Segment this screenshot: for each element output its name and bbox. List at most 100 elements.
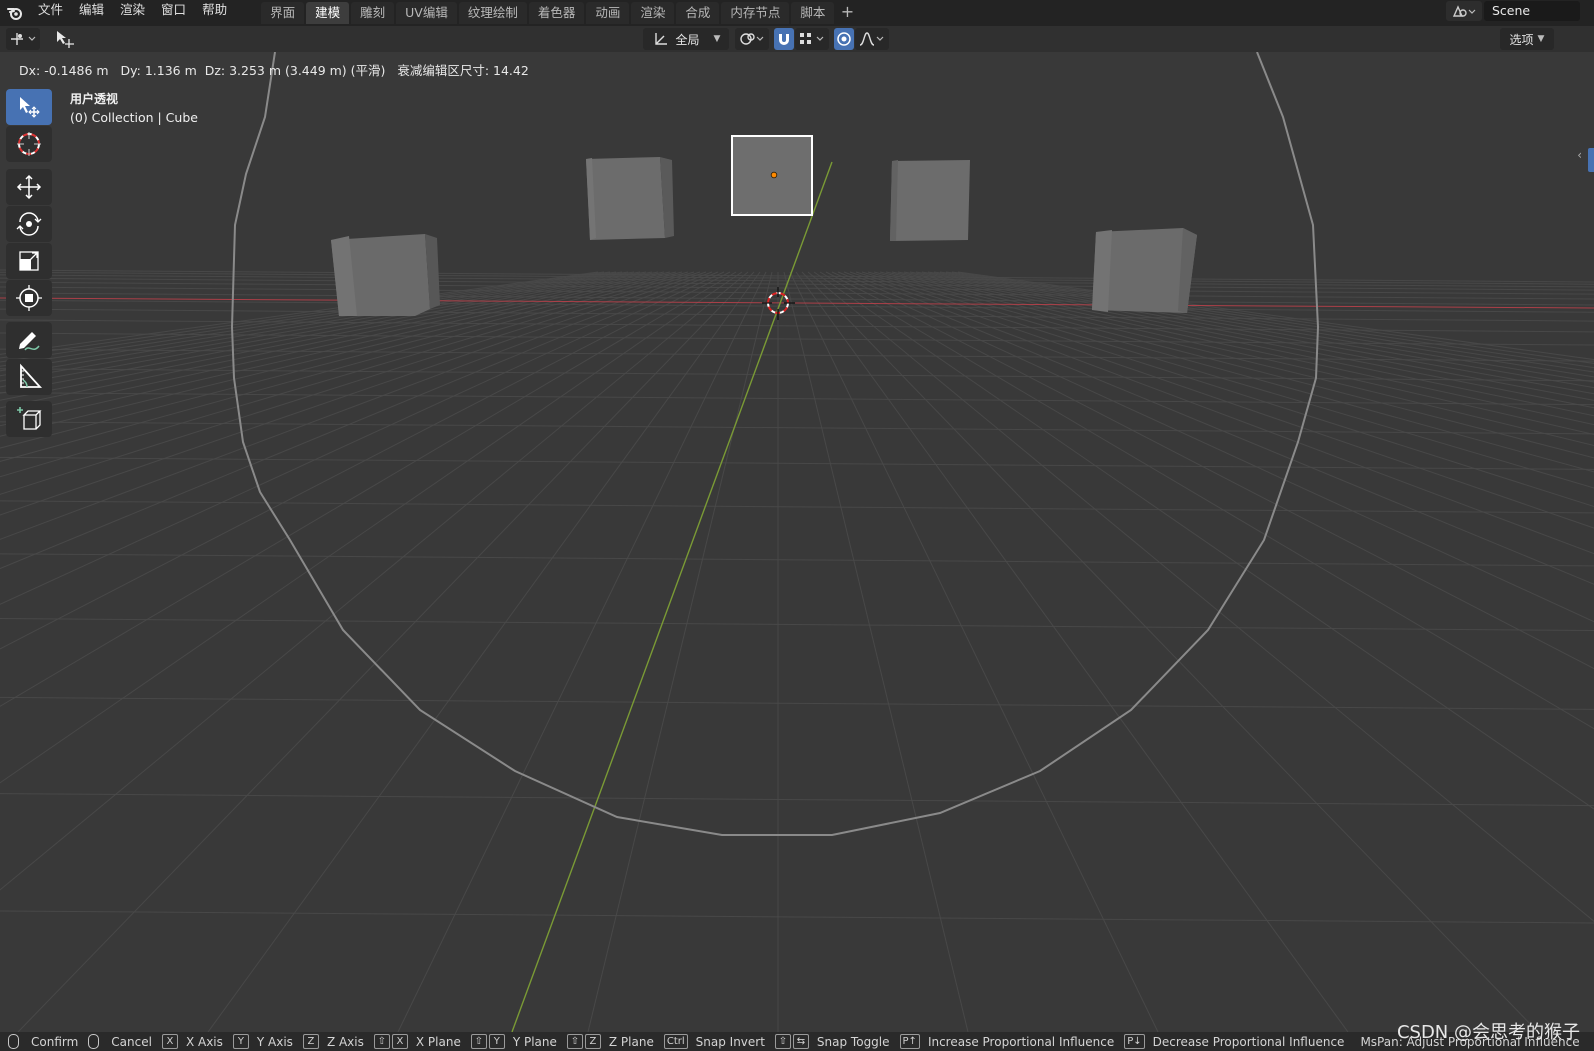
orientation-dropdown[interactable]: 全局 ▼ bbox=[643, 28, 729, 50]
status-hint-label: Y Axis bbox=[256, 1034, 293, 1049]
snap-increment-icon bbox=[800, 33, 824, 44]
snap-target-dropdown[interactable] bbox=[795, 28, 829, 50]
menu-file[interactable]: 文件 bbox=[30, 0, 71, 26]
transform-pivot-dropdown[interactable] bbox=[6, 28, 40, 50]
scale-tool[interactable] bbox=[6, 243, 52, 279]
cursor-icon bbox=[17, 132, 41, 156]
viewport-scene[interactable] bbox=[0, 52, 1594, 1032]
select-arrow-icon bbox=[20, 97, 40, 118]
cursor-tool[interactable] bbox=[6, 126, 52, 162]
grid-line bbox=[0, 271, 689, 462]
chevron-down-icon: ▼ bbox=[1537, 34, 1545, 44]
proportional-falloff-dropdown[interactable] bbox=[855, 28, 889, 50]
grid-line bbox=[921, 271, 1594, 389]
scene-browse-button[interactable] bbox=[1446, 1, 1482, 21]
proportional-edit-button[interactable] bbox=[834, 28, 854, 50]
grid-line bbox=[587, 271, 773, 1032]
rotate-tool[interactable] bbox=[6, 206, 52, 242]
mouse-icon bbox=[88, 1034, 100, 1049]
grid-line bbox=[933, 271, 1594, 378]
grid-line bbox=[0, 617, 1594, 631]
status-hint: X X Axis bbox=[161, 1034, 223, 1049]
tab-layout[interactable]: 界面 bbox=[261, 2, 305, 24]
keycap: Z bbox=[584, 1034, 601, 1049]
chevron-down-icon: ▼ bbox=[713, 34, 721, 44]
keycap: Y bbox=[488, 1034, 505, 1049]
scale-icon bbox=[19, 251, 39, 271]
pivot-point-dropdown[interactable] bbox=[735, 28, 769, 50]
scene-icon bbox=[1452, 5, 1476, 17]
keycap: ⇧ bbox=[470, 1034, 487, 1049]
floor-grid bbox=[0, 269, 1594, 1032]
selected-cube-object[interactable] bbox=[731, 135, 813, 216]
annotate-tool[interactable] bbox=[6, 322, 52, 358]
grid-line bbox=[0, 910, 1594, 924]
tab-uv-editing[interactable]: UV编辑 bbox=[396, 2, 457, 24]
keycap: ⇧ bbox=[373, 1034, 390, 1049]
workspace-tabs: 界面 建模 雕刻 UV编辑 纹理绘制 着色器 动画 渲染 合成 内存节点 脚本 … bbox=[261, 0, 858, 26]
object-origin-dot bbox=[770, 171, 778, 179]
tab-compositing[interactable]: 合成 bbox=[676, 2, 720, 24]
cube-object[interactable] bbox=[331, 234, 440, 316]
measure-tool[interactable] bbox=[6, 359, 52, 395]
grid-line bbox=[897, 271, 1594, 417]
tab-animation[interactable]: 动画 bbox=[586, 2, 630, 24]
sidebar-collapse-arrow-icon[interactable]: ‹ bbox=[1577, 148, 1582, 162]
grid-line bbox=[0, 500, 1594, 514]
tab-scripting[interactable]: 脚本 bbox=[791, 2, 835, 24]
keycap: Ctrl bbox=[663, 1034, 688, 1049]
tab-modeling[interactable]: 建模 bbox=[306, 2, 350, 24]
status-hint-label: Decrease Proportional Influence bbox=[1152, 1034, 1345, 1049]
pencil-icon bbox=[19, 332, 40, 351]
3d-viewport[interactable]: ‹ bbox=[0, 52, 1594, 1032]
cube-object[interactable] bbox=[1092, 228, 1197, 313]
grid-line bbox=[0, 271, 737, 707]
blender-logo-icon[interactable] bbox=[0, 0, 30, 26]
menu-render[interactable]: 渲染 bbox=[112, 0, 153, 26]
orientation-label: 全局 bbox=[675, 32, 700, 47]
select-box-tool[interactable] bbox=[6, 89, 52, 125]
transform-tool[interactable] bbox=[6, 280, 52, 316]
status-hint: Z Z Axis bbox=[302, 1034, 364, 1049]
keycap: Y bbox=[232, 1034, 249, 1049]
menu-edit[interactable]: 编辑 bbox=[71, 0, 112, 26]
grid-line bbox=[17, 271, 755, 1032]
snap-toggle-button[interactable] bbox=[774, 28, 794, 50]
grid-line bbox=[957, 271, 1594, 361]
transform-icon bbox=[16, 285, 42, 311]
status-hint: P↑ Increase Proportional Influence bbox=[899, 1034, 1114, 1049]
keycap: Z bbox=[302, 1034, 319, 1049]
grid-line bbox=[397, 271, 767, 1032]
status-hint-label: Z Axis bbox=[326, 1034, 364, 1049]
menu-help[interactable]: 帮助 bbox=[194, 0, 235, 26]
keycap: P↓ bbox=[1124, 1034, 1145, 1049]
top-bar: 文件 编辑 渲染 窗口 帮助 界面 建模 雕刻 UV编辑 纹理绘制 着色器 动画… bbox=[0, 0, 1594, 26]
select-mode-button[interactable] bbox=[52, 28, 78, 50]
tab-shading[interactable]: 着色器 bbox=[528, 2, 585, 24]
cube-object[interactable] bbox=[890, 160, 970, 241]
pivot-point-icon bbox=[740, 33, 764, 45]
add-cube-tool[interactable] bbox=[6, 401, 52, 437]
tab-rendering[interactable]: 渲染 bbox=[631, 2, 675, 24]
grid-line bbox=[0, 271, 659, 409]
cube-object[interactable] bbox=[586, 157, 674, 240]
sidebar-tab-marker[interactable] bbox=[1588, 148, 1594, 172]
menu-window[interactable]: 窗口 bbox=[153, 0, 194, 26]
grid-line bbox=[0, 696, 1594, 710]
keycap: ⇆ bbox=[792, 1034, 809, 1049]
tab-texture-paint[interactable]: 纹理绘制 bbox=[458, 2, 527, 24]
move-tool[interactable] bbox=[6, 169, 52, 205]
grid-line bbox=[939, 271, 1594, 373]
options-dropdown[interactable]: 选项 ▼ bbox=[1500, 28, 1554, 50]
status-hint: ⇧ Z Z Plane bbox=[566, 1034, 654, 1049]
keycap: ⇧ bbox=[566, 1034, 583, 1049]
grid-line bbox=[0, 271, 623, 372]
grid-line bbox=[0, 271, 605, 359]
scene-name-field[interactable]: Scene bbox=[1484, 1, 1580, 21]
grid-line bbox=[915, 271, 1594, 395]
tab-geometry-nodes[interactable]: 内存节点 bbox=[721, 2, 790, 24]
rotate-icon bbox=[16, 212, 42, 236]
transform-readout: Dx: -0.1486 m Dy: 1.136 m Dz: 3.253 m (3… bbox=[19, 63, 529, 78]
add-workspace-button[interactable]: + bbox=[836, 2, 858, 24]
tab-sculpting[interactable]: 雕刻 bbox=[351, 2, 395, 24]
